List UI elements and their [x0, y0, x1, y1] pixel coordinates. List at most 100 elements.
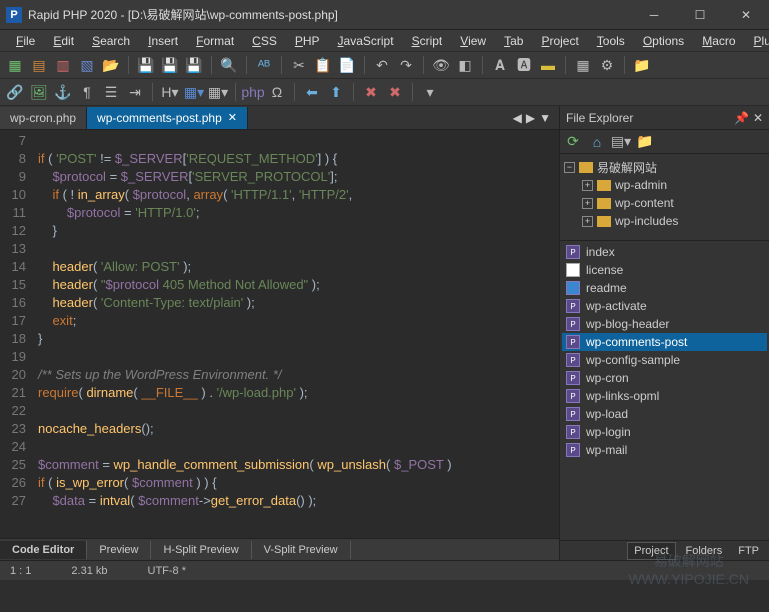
folder-wp-content[interactable]: +wp-content — [562, 194, 767, 212]
file-wp-load[interactable]: Pwp-load — [562, 405, 767, 423]
menu-macro[interactable]: Macro — [694, 32, 743, 50]
btab-preview[interactable]: Preview — [87, 541, 151, 559]
refresh-icon[interactable]: ⟳ — [564, 133, 582, 151]
file-wp-blog-header[interactable]: Pwp-blog-header — [562, 315, 767, 333]
code-editor[interactable]: 789101112131415161718192021222324252627 … — [0, 130, 559, 538]
folder-tree[interactable]: −易破解网站+wp-admin+wp-content+wp-includes — [560, 154, 769, 234]
split-icon[interactable]: ◧ — [456, 56, 474, 74]
panel-close-icon[interactable]: ✕ — [753, 111, 763, 125]
file-wp-config-sample[interactable]: Pwp-config-sample — [562, 351, 767, 369]
view-icon[interactable]: ▤▾ — [612, 133, 630, 151]
close-button[interactable]: ✕ — [723, 0, 769, 30]
maximize-button[interactable]: ☐ — [677, 0, 723, 30]
menu-php[interactable]: PHP — [287, 32, 328, 50]
menu-format[interactable]: Format — [188, 32, 242, 50]
file-wp-cron[interactable]: Pwp-cron — [562, 369, 767, 387]
new-icon[interactable]: ▤ — [30, 56, 48, 74]
new-file-icon[interactable]: ▦ — [6, 56, 24, 74]
menu-tools[interactable]: Tools — [589, 32, 633, 50]
spellcheck-icon[interactable]: ᴬᴮ — [255, 56, 273, 74]
up-folder-icon[interactable]: 📁 — [636, 133, 654, 151]
misc-icon[interactable]: ▾ — [421, 83, 439, 101]
menu-options[interactable]: Options — [635, 32, 692, 50]
btab-vsplit[interactable]: V-Split Preview — [252, 541, 351, 559]
file-wp-login[interactable]: Pwp-login — [562, 423, 767, 441]
save-all-icon[interactable]: 💾 — [161, 56, 179, 74]
arrow-left-icon[interactable]: ⬅ — [303, 83, 321, 101]
paragraph-icon[interactable]: ¶ — [78, 83, 96, 101]
menu-insert[interactable]: Insert — [140, 32, 186, 50]
table-insert-icon[interactable]: ▦▾ — [185, 83, 203, 101]
expand-icon[interactable]: + — [582, 216, 593, 227]
cross-icon[interactable]: ✖ — [362, 83, 380, 101]
php-icon[interactable]: php — [244, 83, 262, 101]
file-index[interactable]: Pindex — [562, 243, 767, 261]
file-wp-activate[interactable]: Pwp-activate — [562, 297, 767, 315]
anchor-icon[interactable]: ⚓ — [54, 83, 72, 101]
tab-menu-icon[interactable]: ▼ — [539, 111, 551, 125]
menu-css[interactable]: CSS — [244, 32, 285, 50]
folder-wp-admin[interactable]: +wp-admin — [562, 176, 767, 194]
open-icon[interactable]: 📂 — [102, 56, 120, 74]
tab-wp-cron[interactable]: wp-cron.php — [0, 107, 87, 129]
collapse-icon[interactable]: − — [564, 162, 575, 173]
file-list[interactable]: PindexlicensereadmePwp-activatePwp-blog-… — [560, 240, 769, 540]
home-icon[interactable]: ⌂ — [588, 133, 606, 151]
search-icon[interactable]: 🔍 — [220, 56, 238, 74]
omega-icon[interactable]: Ω — [268, 83, 286, 101]
file-readme[interactable]: readme — [562, 279, 767, 297]
link-icon[interactable]: 🔗 — [6, 83, 24, 101]
undo-icon[interactable]: ↶ — [373, 56, 391, 74]
minimize-button[interactable]: ─ — [631, 0, 677, 30]
grid-icon[interactable]: ▦ — [574, 56, 592, 74]
pbtab-ftp[interactable]: FTP — [732, 543, 765, 559]
folder-易破解网站[interactable]: −易破解网站 — [562, 158, 767, 176]
color-icon[interactable]: 🅰 — [515, 56, 533, 74]
file-wp-mail[interactable]: Pwp-mail — [562, 441, 767, 459]
menu-javascript[interactable]: JavaScript — [330, 32, 402, 50]
tab-next-icon[interactable]: ▶ — [526, 111, 535, 125]
menu-file[interactable]: File — [8, 32, 43, 50]
menu-view[interactable]: View — [452, 32, 494, 50]
menu-edit[interactable]: Edit — [45, 32, 82, 50]
btab-hsplit[interactable]: H-Split Preview — [151, 541, 251, 559]
menu-plugins[interactable]: Plugins — [746, 32, 769, 50]
pbtab-project[interactable]: Project — [627, 542, 675, 560]
folder-wp-includes[interactable]: +wp-includes — [562, 212, 767, 230]
folder-tool-icon[interactable]: 📁 — [633, 56, 651, 74]
save-as-icon[interactable]: 💾 — [185, 56, 203, 74]
indent-icon[interactable]: ⇥ — [126, 83, 144, 101]
save-icon[interactable]: 💾 — [137, 56, 155, 74]
image-icon[interactable]: 🖼 — [30, 83, 48, 101]
arrow-up-icon[interactable]: ⬆ — [327, 83, 345, 101]
menu-script[interactable]: Script — [404, 32, 451, 50]
paste-icon[interactable]: 📄 — [338, 56, 356, 74]
heading-icon[interactable]: H▾ — [161, 83, 179, 101]
cut-icon[interactable]: ✂ — [290, 56, 308, 74]
list-icon[interactable]: ☰ — [102, 83, 120, 101]
bold-icon[interactable]: 𝐀 — [491, 56, 509, 74]
code-content[interactable]: if ( 'POST' != $_SERVER['REQUEST_METHOD'… — [32, 130, 559, 538]
tab-wp-comments-post[interactable]: wp-comments-post.php✕ — [87, 107, 248, 129]
tab-prev-icon[interactable]: ◀ — [513, 111, 522, 125]
pin-icon[interactable]: 📌 — [734, 111, 749, 125]
cross-alt-icon[interactable]: ✖ — [386, 83, 404, 101]
menu-tab[interactable]: Tab — [496, 32, 531, 50]
expand-icon[interactable]: + — [582, 180, 593, 191]
tool-icon[interactable]: ⚙ — [598, 56, 616, 74]
html-icon[interactable]: ▧ — [78, 56, 96, 74]
expand-icon[interactable]: + — [582, 198, 593, 209]
menu-project[interactable]: Project — [533, 32, 586, 50]
redo-icon[interactable]: ↷ — [397, 56, 415, 74]
copy-icon[interactable]: 📋 — [314, 56, 332, 74]
menu-search[interactable]: Search — [84, 32, 138, 50]
doc-icon[interactable]: ▥ — [54, 56, 72, 74]
file-wp-links-opml[interactable]: Pwp-links-opml — [562, 387, 767, 405]
preview-icon[interactable]: 👁 — [432, 56, 450, 74]
file-license[interactable]: license — [562, 261, 767, 279]
btab-code-editor[interactable]: Code Editor — [0, 541, 87, 559]
close-tab-icon[interactable]: ✕ — [228, 111, 237, 124]
grid-insert-icon[interactable]: ▦▾ — [209, 83, 227, 101]
file-wp-comments-post[interactable]: Pwp-comments-post — [562, 333, 767, 351]
highlight-icon[interactable]: ▬ — [539, 56, 557, 74]
